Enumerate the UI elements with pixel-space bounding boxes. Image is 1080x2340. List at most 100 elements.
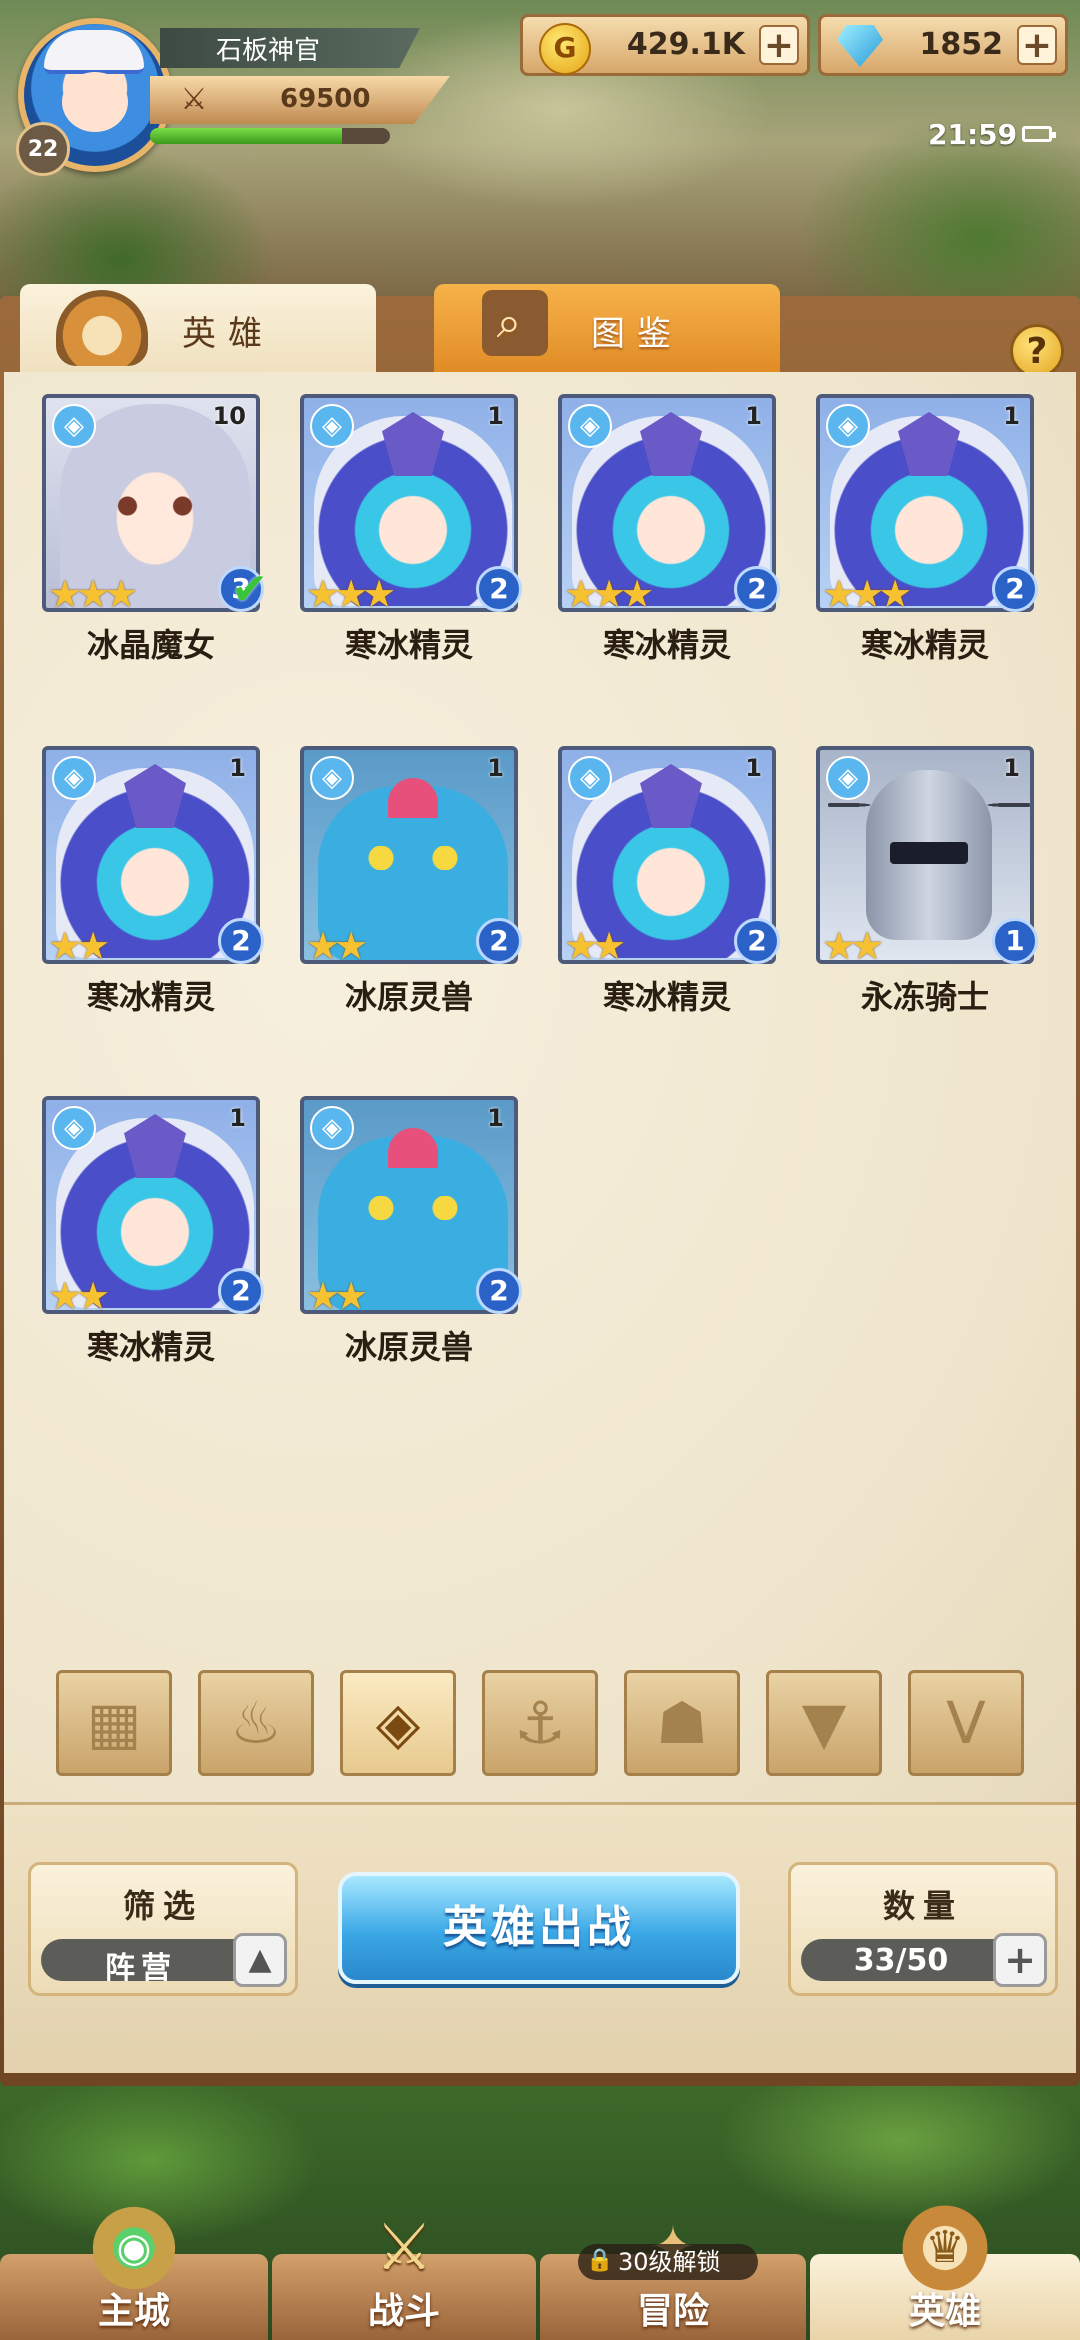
help-button[interactable]: ? xyxy=(1010,324,1064,378)
hero-portrait-eyes xyxy=(366,1196,460,1220)
hero-name: 寒冰精灵 xyxy=(344,626,473,664)
chevron-up-icon[interactable]: ▲ xyxy=(233,1933,287,1987)
tab-codex-label: 图鉴 xyxy=(591,313,683,354)
quantity-pill: 33/50 + xyxy=(801,1933,1047,1987)
ice-faction-icon: ◈ xyxy=(568,756,612,800)
hero-stars: ★★ xyxy=(564,924,626,964)
hero-card[interactable]: ◈ 1 ★★★ 2 寒冰精灵 xyxy=(300,394,522,664)
filter-box: 筛选 阵营 ▲ xyxy=(28,1862,298,1996)
hero-tier-badge: 2 xyxy=(476,566,522,612)
hero-tier-badge: 2 xyxy=(734,566,780,612)
xp-bar xyxy=(150,128,390,144)
nav-battle[interactable]: ⚔ 战斗 xyxy=(272,2211,536,2340)
hero-name: 寒冰精灵 xyxy=(602,626,731,664)
hero-count: 1 xyxy=(1003,402,1020,430)
filter-dropdown[interactable]: 阵营 ▲ xyxy=(41,1933,287,1987)
gold-counter: G 429.1K + xyxy=(520,14,810,76)
ice-faction-icon: ◈ xyxy=(310,1106,354,1150)
tab-codex[interactable]: ⌕ 图鉴 xyxy=(434,284,780,376)
ice-faction-icon: ◈ xyxy=(52,756,96,800)
hero-stars: ★★ xyxy=(306,924,368,964)
ice-faction-icon: ◈ xyxy=(826,756,870,800)
hero-stars: ★★ xyxy=(822,924,884,964)
hero-tier-badge: 2 xyxy=(992,566,1038,612)
xp-bar-fill xyxy=(150,128,342,144)
gem-counter: 1852 + xyxy=(818,14,1068,76)
hero-count: 1 xyxy=(229,1104,246,1132)
gem-value: 1852 xyxy=(919,27,1004,62)
quantity-value: 33/50 xyxy=(853,1943,949,1978)
ice-faction-icon: ◈ xyxy=(568,404,612,448)
hero-card[interactable]: ◈ 1 ★★★ 2 寒冰精灵 xyxy=(558,394,780,664)
player-level-badge: 22 xyxy=(16,122,70,176)
filter-anchor-icon[interactable]: ⚓ xyxy=(482,1670,598,1776)
filter-horn-icon[interactable]: V xyxy=(908,1670,1024,1776)
hero-stars: ★★ xyxy=(48,1274,110,1314)
add-gems-button[interactable]: + xyxy=(1017,25,1057,65)
hero-count: 10 xyxy=(212,402,246,430)
hero-portrait-mohawk xyxy=(388,1128,438,1168)
hero-portrait-visor xyxy=(890,842,968,864)
filter-grid-icon[interactable]: ▦ xyxy=(56,1670,172,1776)
hero-card[interactable]: ◈ 1 ★★ 2 冰原灵兽 xyxy=(300,746,522,1016)
checkmark-icon: ✔ xyxy=(231,564,268,615)
filter-beast-icon[interactable]: ☗ xyxy=(624,1670,740,1776)
hero-name: 寒冰精灵 xyxy=(86,978,215,1016)
hero-card[interactable]: ◈ 10 ★★★ 3 ✔ 冰晶魔女 xyxy=(42,394,268,664)
hero-count: 1 xyxy=(487,1104,504,1132)
deploy-heroes-button[interactable]: 英雄出战 xyxy=(338,1872,740,1984)
quantity-title: 数量 xyxy=(882,1887,963,1925)
nav-battle-label: 战斗 xyxy=(367,2291,440,2332)
gold-coin-icon: G xyxy=(539,23,591,75)
hero-count: 1 xyxy=(745,402,762,430)
helmet-icon xyxy=(56,290,148,366)
add-gold-button[interactable]: + xyxy=(759,25,799,65)
hero-tier-badge: 2 xyxy=(734,918,780,964)
hero-count: 1 xyxy=(745,754,762,782)
hero-card[interactable]: ◈ 1 ★★ 2 寒冰精灵 xyxy=(42,746,264,1016)
battery-icon xyxy=(1022,126,1056,142)
hero-card[interactable]: ◈ 1 ★★ 2 寒冰精灵 xyxy=(42,1096,264,1366)
nav-adventure-label: 冒险 xyxy=(636,2291,709,2332)
ice-faction-icon: ◈ xyxy=(310,404,354,448)
ice-faction-icon: ◈ xyxy=(52,404,96,448)
hero-tier-badge: 2 xyxy=(218,1268,264,1314)
filter-ice-faction-icon[interactable]: ◈ xyxy=(340,1670,456,1776)
filter-demon-icon[interactable]: ▼ xyxy=(766,1670,882,1776)
filter-value: 阵营 xyxy=(105,1951,177,1986)
hero-name: 寒冰精灵 xyxy=(86,1328,215,1366)
add-capacity-button[interactable]: + xyxy=(993,1933,1047,1987)
hero-card[interactable]: ◈ 1 ★★ 1 永冻骑士 xyxy=(816,746,1038,1016)
lock-icon: 🔒 xyxy=(586,2248,614,2273)
hero-name: 冰晶魔女 xyxy=(86,626,215,664)
hero-stars: ★★ xyxy=(306,1274,368,1314)
nav-main-city-label: 主城 xyxy=(97,2291,170,2332)
tab-heroes[interactable]: 英雄 xyxy=(20,284,376,376)
power-value: 69500 xyxy=(280,84,371,114)
hero-portrait-eyes xyxy=(112,494,198,518)
hero-name: 寒冰精灵 xyxy=(860,626,989,664)
nav-main-city[interactable]: ◉ 主城 xyxy=(0,2200,268,2340)
crossed-swords-icon: ⚔ xyxy=(180,82,208,117)
ice-faction-icon: ◈ xyxy=(826,404,870,448)
filter-title: 筛选 xyxy=(122,1887,203,1925)
hero-card[interactable]: ◈ 1 ★★ 2 寒冰精灵 xyxy=(558,746,780,1016)
hero-portrait-eyes xyxy=(366,846,460,870)
ice-faction-icon: ◈ xyxy=(310,756,354,800)
avatar-face xyxy=(62,72,128,132)
hero-card[interactable]: ◈ 1 ★★ 2 冰原灵兽 xyxy=(300,1096,522,1366)
hero-tier-badge: 2 xyxy=(218,918,264,964)
hero-portrait-mohawk xyxy=(388,778,438,818)
hero-name: 冰原灵兽 xyxy=(344,1328,473,1366)
magnifier-icon: ⌕ xyxy=(482,290,548,356)
hero-stars: ★★ xyxy=(48,924,110,964)
nav-heroes[interactable]: ♛ 英雄 xyxy=(810,2200,1080,2340)
hero-stars: ★★★ xyxy=(306,572,396,612)
adventure-lock-text: 30级解锁 xyxy=(618,2248,721,2276)
player-name: 石板神官 xyxy=(160,28,420,68)
hero-name: 冰原灵兽 xyxy=(344,978,473,1016)
hero-count: 1 xyxy=(1003,754,1020,782)
hero-name: 永冻骑士 xyxy=(860,978,989,1016)
filter-flame-icon[interactable]: ♨ xyxy=(198,1670,314,1776)
hero-card[interactable]: ◈ 1 ★★★ 2 寒冰精灵 xyxy=(816,394,1038,664)
